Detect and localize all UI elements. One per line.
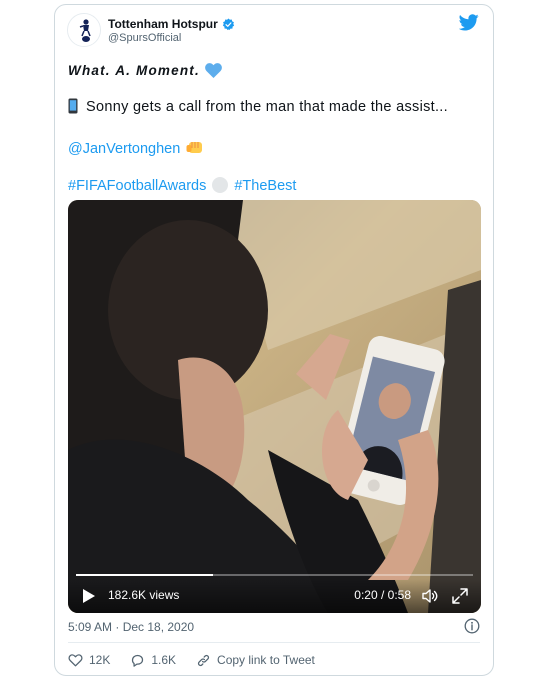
cockerel-crest-icon	[68, 14, 100, 46]
volume-icon[interactable]	[421, 587, 439, 605]
divider	[68, 642, 480, 643]
tweet-card[interactable]: Tottenham Hotspur @SpursOfficial What. A…	[54, 4, 494, 676]
headline-text: What. A. Moment.	[68, 63, 200, 78]
verified-badge-icon	[222, 18, 234, 30]
white-circle-icon	[212, 177, 229, 193]
copy-link-button[interactable]: Copy link to Tweet	[196, 653, 315, 668]
view-count: 182.6K views	[108, 588, 180, 602]
video-player[interactable]: 182.6K views 0:20 / 0:58	[68, 200, 481, 613]
author-handle[interactable]: @SpursOfficial	[108, 32, 181, 44]
blue-heart-icon	[205, 63, 222, 78]
tweet-line-hashtags: #FIFAFootballAwards #TheBest	[68, 177, 296, 195]
info-icon[interactable]	[464, 618, 480, 634]
fullscreen-icon[interactable]	[451, 587, 469, 605]
tweet-line-call: Sonny gets a call from the man that made…	[68, 98, 448, 116]
avatar[interactable]	[67, 13, 101, 47]
reply-button[interactable]: 1.6K	[130, 653, 176, 668]
reply-count: 1.6K	[151, 653, 177, 667]
video-controls: 182.6K views 0:20 / 0:58	[68, 579, 481, 613]
video-time: 0:20 / 0:58	[354, 588, 411, 602]
copy-link-label: Copy link to Tweet	[217, 653, 315, 667]
author-name[interactable]: Tottenham Hotspur	[108, 17, 218, 31]
fist-bump-icon	[186, 142, 203, 153]
video-progress-bar[interactable]	[76, 574, 473, 576]
tweet-actions: 12K 1.6K Copy link to Tweet	[68, 651, 335, 669]
link-icon	[197, 654, 210, 666]
mention-link[interactable]: @JanVertonghen	[68, 141, 180, 157]
hashtag-thebest-link[interactable]: #TheBest	[234, 178, 296, 194]
tweet-line-mention: @JanVertonghen	[68, 139, 204, 158]
twitter-bird-icon[interactable]	[459, 14, 479, 31]
heart-outline-icon	[68, 653, 83, 666]
call-text: Sonny gets a call from the man that made…	[86, 99, 448, 115]
video-progress-fill	[76, 574, 213, 576]
tweet-headline: What. A. Moment.	[68, 62, 222, 80]
like-count: 12K	[89, 653, 111, 667]
reply-bubble-icon	[132, 654, 144, 667]
video-frame-image	[68, 200, 481, 613]
mobile-phone-icon	[68, 98, 78, 114]
tweet-timestamp[interactable]: 5:09 AM · Dec 18, 2020	[68, 620, 194, 634]
play-icon[interactable]	[82, 588, 96, 604]
hashtag-fifa-link[interactable]: #FIFAFootballAwards	[68, 178, 206, 194]
like-button[interactable]: 12K	[68, 653, 110, 668]
